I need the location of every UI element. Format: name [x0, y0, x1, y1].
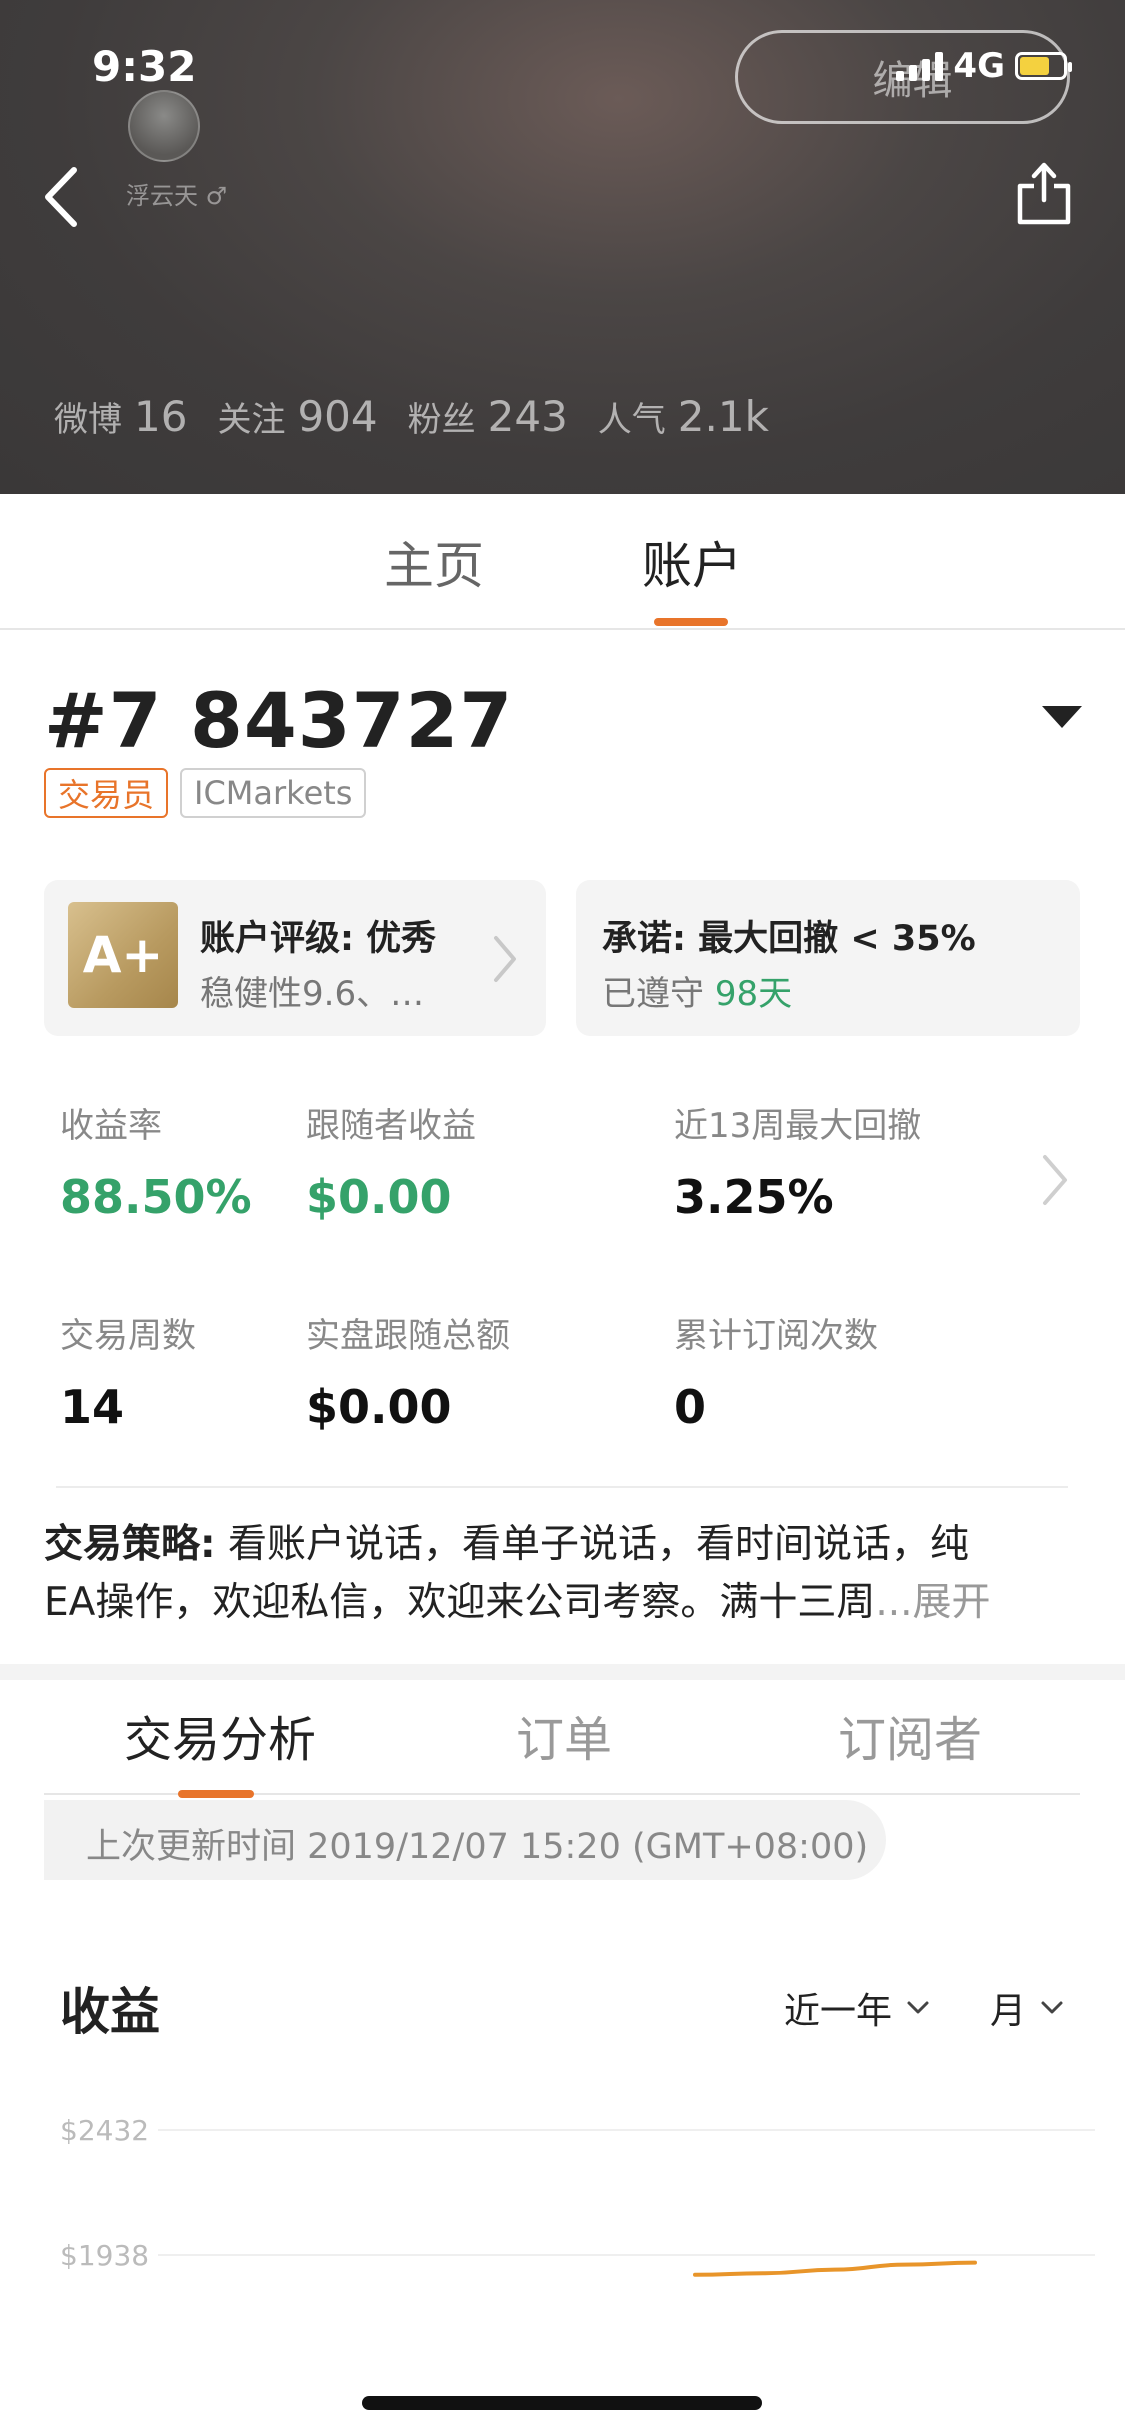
promise-title: 承诺: 最大回撤 < 35%: [602, 919, 976, 959]
metric-label: 累计订阅次数: [674, 1316, 878, 1356]
stat-fans[interactable]: 粉丝 243: [408, 392, 568, 441]
expand-link[interactable]: ...展开: [875, 1580, 990, 1625]
rating-title: 账户评级: 优秀: [200, 919, 437, 959]
update-time-bar: 上次更新时间 2019/12/07 15:20 (GMT+08:00): [44, 1800, 886, 1880]
earnings-chart: $2432 $1938: [60, 2114, 1095, 2277]
metric-label: 近13周最大回撤: [674, 1106, 922, 1146]
account-badges: 交易员 ICMarkets: [44, 768, 367, 818]
divider: [56, 1486, 1068, 1488]
series-line: [693, 2260, 977, 2277]
promise-kept: 已遵守 98天: [602, 974, 793, 1014]
home-indicator: [362, 2396, 762, 2410]
metric-label: 跟随者收益: [306, 1106, 476, 1146]
tab-active-indicator: [654, 618, 728, 626]
grade-badge: A+: [68, 902, 178, 1008]
rating-card[interactable]: A+ 账户评级: 优秀 稳健性9.6、…: [44, 880, 546, 1036]
period-filter[interactable]: 月: [990, 1982, 1064, 2034]
tab-home[interactable]: 主页: [384, 526, 484, 598]
trading-strategy: 交易策略: 看账户说话，看单子说话，看时间说话，纯 EA操作，欢迎私信，欢迎来公…: [44, 1516, 1084, 1632]
back-arrow-icon[interactable]: [40, 164, 80, 230]
stat-popularity[interactable]: 人气 2.1k: [598, 392, 769, 441]
metric-label: 收益率: [60, 1106, 162, 1146]
update-time: 上次更新时间 2019/12/07 15:20 (GMT+08:00): [86, 1827, 869, 1867]
battery-icon: [1015, 52, 1072, 80]
avatar[interactable]: [128, 90, 200, 162]
broker-badge: ICMarkets: [180, 768, 367, 818]
y-tick-label: $1938: [60, 2239, 149, 2272]
section-separator: [0, 1664, 1125, 1680]
profile-stats: 微博 16 关注 904 粉丝 243 人气 2.1k: [54, 392, 799, 441]
share-icon[interactable]: [1016, 160, 1072, 226]
range-filter[interactable]: 近一年: [784, 1982, 930, 2034]
chevron-down-icon: [907, 2001, 929, 2014]
metric-value: $0.00: [306, 1380, 452, 1434]
strategy-line-2: EA操作，欢迎私信，欢迎来公司考察。满十三周: [44, 1580, 876, 1625]
profile-header: 9:32 编辑 4G 浮云天 ♂ 微博 16 关注 904 粉丝 243 人气 …: [0, 0, 1125, 494]
tab-orders[interactable]: 订单: [516, 1700, 612, 1770]
tab-subscribers[interactable]: 订阅者: [838, 1700, 982, 1770]
profile-tabs: 主页 账户: [0, 494, 1125, 630]
tab-trade-analysis[interactable]: 交易分析: [124, 1700, 316, 1770]
metric-value: 0: [674, 1380, 707, 1434]
earnings-title: 收益: [60, 1983, 160, 2041]
metric-value: 14: [60, 1380, 125, 1434]
subtab-active-indicator: [178, 1790, 254, 1798]
stat-following[interactable]: 关注 904: [217, 392, 377, 441]
tab-account[interactable]: 账户: [642, 526, 742, 598]
strategy-line-1: 看账户说话，看单子说话，看时间说话，纯: [215, 1522, 970, 1567]
metric-value: 88.50%: [60, 1170, 252, 1224]
rating-subtitle: 稳健性9.6、…: [200, 974, 425, 1014]
status-indicators: 4G: [896, 46, 1072, 86]
trader-badge: 交易员: [44, 768, 169, 818]
network-label: 4G: [953, 46, 1005, 86]
chevron-down-icon: [1041, 2001, 1063, 2014]
chevron-right-icon: [494, 936, 516, 982]
metric-label: 交易周数: [60, 1316, 196, 1356]
account-id: #7 843727: [44, 676, 514, 765]
kept-days: 98天: [714, 974, 793, 1014]
stat-weibo[interactable]: 微博 16: [54, 392, 187, 441]
metric-value: $0.00: [306, 1170, 452, 1224]
account-dropdown-icon[interactable]: [1042, 706, 1082, 728]
signal-icon: [896, 51, 944, 81]
metric-value: 3.25%: [674, 1170, 834, 1224]
nickname: 浮云天 ♂: [126, 182, 228, 210]
y-tick-label: $2432: [60, 2114, 149, 2147]
status-time: 9:32: [92, 42, 197, 91]
promise-card[interactable]: 承诺: 最大回撤 < 35% 已遵守 98天: [576, 880, 1080, 1036]
metric-label: 实盘跟随总额: [306, 1316, 510, 1356]
strategy-label: 交易策略:: [44, 1522, 216, 1567]
metrics-more-chevron-icon[interactable]: [1040, 1152, 1070, 1208]
